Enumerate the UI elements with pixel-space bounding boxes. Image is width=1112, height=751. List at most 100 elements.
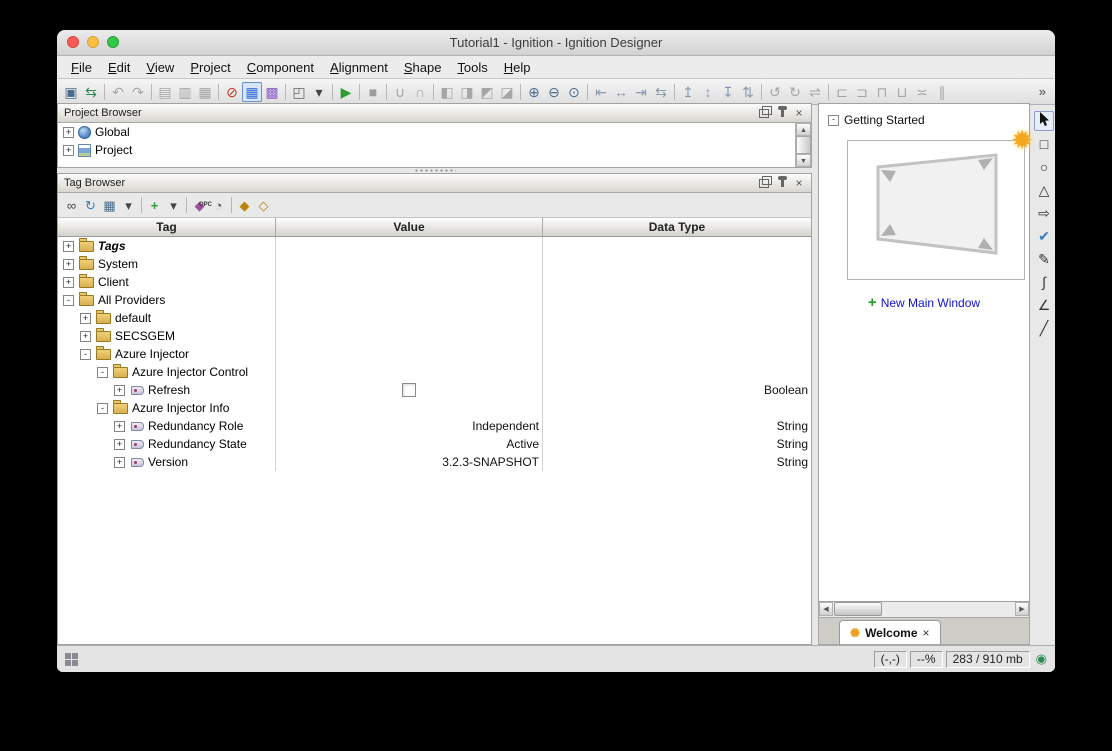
match-width-icon[interactable]: ⊏ [832,82,852,102]
component-cube-icon[interactable]: ■ [363,82,383,102]
expander-icon[interactable]: + [114,457,125,468]
polygon-tool-icon[interactable]: △ [1034,180,1054,200]
copy-icon[interactable]: ▥ [175,82,195,102]
expander-icon[interactable]: - [63,295,74,306]
value-checkbox[interactable] [402,383,416,397]
opc-tag-icon[interactable]: ◆OPC [190,196,209,215]
new-main-window-link[interactable]: + New Main Window [819,295,1029,310]
dropdown-caret-icon[interactable]: ▾ [164,196,183,215]
distribute-horizontal-icon[interactable]: ⊔ [892,82,912,102]
tag-row[interactable]: -All Providers [58,291,811,309]
measure-tool-icon[interactable]: ∠ [1034,295,1054,315]
expander-icon[interactable]: + [80,331,91,342]
expander-icon[interactable]: - [97,403,108,414]
align-center-horizontal-icon[interactable]: ↔ [611,82,631,102]
pen-check-tool-icon[interactable]: ✔ [1034,226,1054,246]
tab-welcome[interactable]: ✺ Welcome × [839,620,941,644]
redo-icon[interactable]: ↷ [128,82,148,102]
zoom-window-button[interactable] [107,36,119,48]
close-panel-icon[interactable]: × [793,106,805,120]
menu-item-file[interactable]: File [63,58,100,77]
menu-item-tools[interactable]: Tools [449,58,495,77]
browse-tags-icon[interactable]: ∞ [62,196,81,215]
tag-row[interactable]: +System [58,255,811,273]
play-preview-icon[interactable]: ▶ [336,82,356,102]
save-icon[interactable]: ▣ [61,82,81,102]
tag-row[interactable]: -Azure Injector Control [58,363,811,381]
scroll-thumb[interactable] [834,602,882,616]
minimize-window-button[interactable] [87,36,99,48]
align-left-icon[interactable]: ⇤ [591,82,611,102]
title-bar[interactable]: Tutorial1 - Ignition - Ignition Designer [57,30,1055,56]
tag-row[interactable]: +RefreshBoolean [58,381,811,399]
menu-item-shape[interactable]: Shape [396,58,450,77]
align-bottom-icon[interactable]: ↧ [718,82,738,102]
float-panel-icon[interactable] [759,109,769,118]
scroll-up-icon[interactable]: ▲ [796,123,811,136]
expander-icon[interactable]: + [114,385,125,396]
dropdown-caret-icon[interactable]: ▾ [119,196,138,215]
zoom-in-icon[interactable]: ⊕ [524,82,544,102]
ellipse-tool-icon[interactable]: ○ [1034,157,1054,177]
new-tag-icon[interactable]: + [145,196,164,215]
scroll-left-icon[interactable]: ◀ [819,602,833,616]
send-to-back-icon[interactable]: ◪ [497,82,517,102]
expander-icon[interactable]: + [63,127,74,138]
toolbar-overflow-button[interactable]: » [1034,84,1051,99]
scroll-down-icon[interactable]: ▼ [796,154,811,167]
collapse-icon[interactable]: - [828,115,839,126]
pencil-tool-icon[interactable]: ✎ [1034,249,1054,269]
align-center-vertical-icon[interactable]: ↕ [698,82,718,102]
tag-row[interactable]: +Redundancy StateActiveString [58,435,811,453]
tree-item-project[interactable]: +Project [58,141,795,159]
swap-vertical-icon[interactable]: ⇅ [738,82,758,102]
export-tags-icon[interactable]: ◇ [254,196,273,215]
tag-row[interactable]: -Azure Injector Info [58,399,811,417]
tag-row[interactable]: +Version3.2.3-SNAPSHOTString [58,453,811,471]
rotate-ccw-icon[interactable]: ↺ [765,82,785,102]
theme-icon[interactable]: ▩ [262,82,282,102]
menu-item-view[interactable]: View [138,58,182,77]
window-preview-thumbnail[interactable]: ✹ [847,140,1025,280]
intersect-icon[interactable]: ∩ [410,82,430,102]
duplicate-icon[interactable]: ▦ [195,82,215,102]
menu-item-component[interactable]: Component [239,58,322,77]
value-text[interactable]: Independent [472,419,539,433]
value-text[interactable]: 3.2.3-SNAPSHOT [442,455,539,469]
close-panel-icon[interactable]: × [793,176,805,190]
zoom-out-icon[interactable]: ⊖ [544,82,564,102]
value-text[interactable]: Active [506,437,539,451]
preview-mode-icon[interactable]: ▦ [242,82,262,102]
expander-icon[interactable]: + [63,259,74,270]
menu-item-project[interactable]: Project [182,58,238,77]
match-height-icon[interactable]: ⊐ [852,82,872,102]
scroll-right-icon[interactable]: ▶ [1015,602,1029,616]
column-header-value[interactable]: Value [276,218,543,236]
window-dropdown-caret-icon[interactable]: ▾ [309,82,329,102]
path-tool-icon[interactable]: ∫ [1034,272,1054,292]
tag-row[interactable]: +SECSGEM [58,327,811,345]
pin-panel-icon[interactable] [781,109,784,117]
tag-row[interactable]: +default [58,309,811,327]
tree-item-global[interactable]: +Global [58,123,795,141]
column-header-tag[interactable]: Tag [58,218,276,236]
refresh-tags-icon[interactable]: ↻ [81,196,100,215]
bring-to-front-icon[interactable]: ◩ [477,82,497,102]
paste-icon[interactable]: ▤ [155,82,175,102]
horizontal-scrollbar[interactable]: ◀ ▶ [818,602,1030,618]
close-window-button[interactable] [67,36,79,48]
tag-row[interactable]: -Azure Injector [58,345,811,363]
scroll-thumb[interactable] [796,136,811,154]
expander-icon[interactable]: + [63,241,74,252]
gateway-status-icon[interactable]: ◉ [1036,651,1047,667]
eyedropper-tool-icon[interactable]: ╱ [1034,318,1054,338]
send-backward-icon[interactable]: ◨ [457,82,477,102]
tag-row[interactable]: +Client [58,273,811,291]
float-panel-icon[interactable] [759,179,769,188]
tab-close-icon[interactable]: × [923,626,930,640]
flip-icon[interactable]: ⇌ [805,82,825,102]
tag-row[interactable]: +Tags [58,237,811,255]
grid-icon[interactable] [65,653,78,666]
open-window-icon[interactable]: ◰ [289,82,309,102]
splitter-handle-icon[interactable] [414,169,456,172]
